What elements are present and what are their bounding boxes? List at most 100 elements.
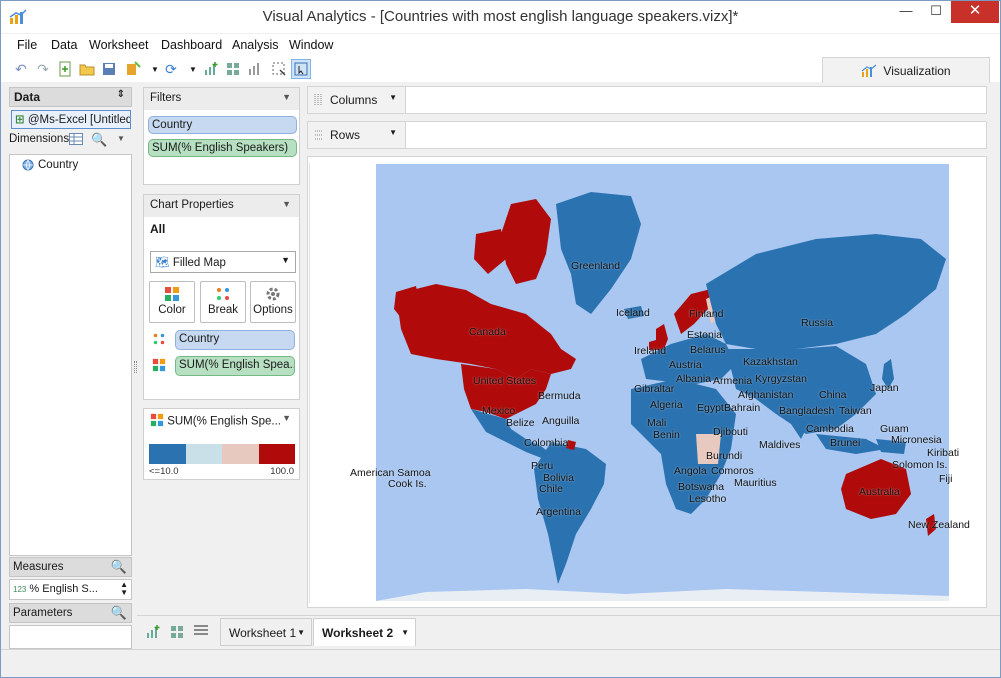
map-label: Maldives bbox=[759, 439, 801, 451]
rows-shelf-label: Rows ▼ bbox=[308, 122, 406, 148]
options-button[interactable]: Options bbox=[250, 281, 296, 323]
map-label: Finland bbox=[689, 308, 724, 320]
data-panel: Data ⇕ ⊞ @Ms-Excel [Untitled] Dimensions… bbox=[9, 87, 133, 649]
dimension-item-country[interactable]: Country bbox=[22, 159, 78, 171]
map-label: Bahrain bbox=[724, 402, 761, 414]
table-view-icon[interactable] bbox=[69, 133, 83, 148]
scope-label[interactable]: All bbox=[150, 222, 165, 236]
map-label: Gibraltar bbox=[634, 383, 675, 395]
new-worksheet-icon[interactable] bbox=[201, 59, 221, 79]
close-button[interactable]: ✕ bbox=[951, 1, 999, 23]
chevron-down-icon[interactable]: ▼ bbox=[297, 628, 305, 637]
measure-item-english-speakers[interactable]: 123 % English S... ▲ ▼ bbox=[9, 579, 132, 600]
maximize-button[interactable]: ☐ bbox=[921, 1, 951, 23]
map-label: Solomon Is. bbox=[892, 459, 948, 471]
map-label: Fiji bbox=[939, 473, 953, 485]
data-source-icon[interactable] bbox=[123, 59, 143, 79]
undo-icon[interactable]: ↶ bbox=[11, 59, 31, 79]
columns-icon bbox=[314, 94, 322, 106]
legend-max-label: 100.0 bbox=[270, 466, 294, 477]
legend-swatch bbox=[258, 444, 295, 464]
color-button[interactable]: Color bbox=[149, 281, 195, 323]
chevron-down-icon[interactable]: ▼ bbox=[183, 59, 203, 79]
list-icon[interactable] bbox=[193, 624, 209, 641]
columns-shelf[interactable]: Columns ▼ bbox=[307, 86, 987, 114]
menu-worksheet[interactable]: Worksheet bbox=[89, 38, 149, 52]
excel-icon: ⊞ bbox=[15, 114, 25, 126]
menu-analysis[interactable]: Analysis bbox=[232, 38, 279, 52]
map-label: Argentina bbox=[536, 506, 581, 518]
break-button[interactable]: Break bbox=[200, 281, 246, 323]
map-label: Comoros bbox=[711, 465, 754, 477]
rows-shelf[interactable]: Rows ▼ bbox=[307, 121, 987, 149]
data-panel-title: Data bbox=[14, 90, 41, 104]
menu-data[interactable]: Data bbox=[51, 38, 77, 52]
mark-pill-english-speakers[interactable]: SUM(% English Spea... bbox=[175, 356, 295, 376]
menu-window[interactable]: Window bbox=[289, 38, 333, 52]
filter-pill-country[interactable]: Country bbox=[148, 116, 297, 134]
map-label: New Zealand bbox=[908, 519, 970, 531]
search-icon[interactable]: 🔍 bbox=[91, 132, 107, 148]
legend-min-label: <=10.0 bbox=[149, 466, 179, 477]
mark-pill-country[interactable]: Country bbox=[175, 330, 295, 350]
datasource-item[interactable]: ⊞ @Ms-Excel [Untitled] bbox=[11, 110, 131, 129]
map-label: Japan bbox=[870, 382, 899, 394]
scroll-arrows-icon[interactable]: ▲ ▼ bbox=[120, 581, 128, 597]
filters-card: Filters ▼ Country SUM(% English Speakers… bbox=[143, 87, 300, 185]
map-label: Kazakhstan bbox=[743, 356, 798, 368]
color-legend-title: SUM(% English Spe... bbox=[167, 415, 281, 428]
bar-chart-icon[interactable] bbox=[245, 59, 265, 79]
pointer-tool-icon[interactable] bbox=[291, 59, 311, 79]
menu-file[interactable]: File bbox=[17, 38, 37, 52]
refresh-icon[interactable]: ⟳ bbox=[161, 59, 181, 79]
select-tool-icon[interactable] bbox=[269, 59, 289, 79]
open-folder-icon[interactable] bbox=[77, 59, 97, 79]
status-bar bbox=[1, 649, 1000, 677]
chevron-down-icon[interactable]: ▼ bbox=[282, 92, 291, 102]
chevron-down-icon[interactable]: ▼ bbox=[117, 134, 125, 143]
map-label: Belize bbox=[506, 417, 535, 429]
chart-properties-card: Chart Properties ▼ All 🗺 Filled Map ▼ Co… bbox=[143, 194, 300, 400]
map-label: China bbox=[819, 389, 847, 401]
save-icon[interactable] bbox=[99, 59, 119, 79]
app-window: Visual Analytics - [Countries with most … bbox=[0, 0, 1001, 678]
map-label: Ireland bbox=[634, 345, 667, 357]
rows-icon bbox=[315, 130, 323, 140]
map-label: Albania bbox=[676, 373, 712, 385]
sort-arrows-icon[interactable]: ⇕ bbox=[117, 89, 125, 100]
toolbar: ↶ ↷ ▼ ⟳ ▼ Visualization bbox=[1, 56, 1000, 83]
dimensions-label: Dimensions bbox=[9, 133, 70, 145]
chart-properties-header: Chart Properties ▼ bbox=[144, 195, 299, 217]
search-icon[interactable]: 🔍 bbox=[111, 559, 127, 575]
splitter-handle[interactable] bbox=[134, 361, 137, 373]
chevron-down-icon[interactable]: ▼ bbox=[389, 128, 397, 137]
chevron-down-icon[interactable]: ▼ bbox=[401, 628, 409, 637]
color-legend-card: SUM(% English Spe... ▼ <=10.0 100.0 bbox=[143, 408, 300, 480]
chevron-down-icon[interactable]: ▼ bbox=[389, 93, 397, 102]
chevron-down-icon[interactable]: ▼ bbox=[282, 199, 291, 209]
minimize-button[interactable]: — bbox=[891, 1, 921, 23]
new-dashboard-icon[interactable] bbox=[223, 59, 243, 79]
color-palette-icon bbox=[165, 287, 179, 301]
map-label: Iceland bbox=[616, 307, 650, 319]
map-label: Estonia bbox=[687, 329, 723, 341]
tab-worksheet-2[interactable]: Worksheet 2 ▼ bbox=[313, 618, 416, 646]
color-legend-ramp bbox=[149, 444, 295, 464]
columns-shelf-label: Columns ▼ bbox=[308, 87, 406, 113]
tab-visualization[interactable]: Visualization bbox=[822, 57, 990, 83]
menu-dashboard[interactable]: Dashboard bbox=[161, 38, 222, 52]
tab-visualization-label: Visualization bbox=[883, 63, 951, 78]
new-dashboard-icon[interactable] bbox=[169, 624, 185, 643]
chart-type-value: Filled Map bbox=[172, 257, 226, 269]
tab-worksheet-1[interactable]: Worksheet 1 ▼ bbox=[220, 618, 312, 646]
chart-type-select[interactable]: 🗺 Filled Map ▼ bbox=[150, 251, 296, 273]
filter-pill-english-speakers[interactable]: SUM(% English Speakers) bbox=[148, 139, 297, 157]
redo-icon[interactable]: ↷ bbox=[33, 59, 53, 79]
new-file-icon[interactable] bbox=[55, 59, 75, 79]
chevron-down-icon[interactable]: ▼ bbox=[282, 413, 291, 423]
globe-icon bbox=[22, 159, 34, 171]
map-label: Mauritius bbox=[734, 477, 777, 489]
map-label: Bangladesh bbox=[779, 405, 835, 417]
new-worksheet-icon[interactable] bbox=[145, 624, 161, 643]
search-icon[interactable]: 🔍 bbox=[111, 605, 127, 621]
